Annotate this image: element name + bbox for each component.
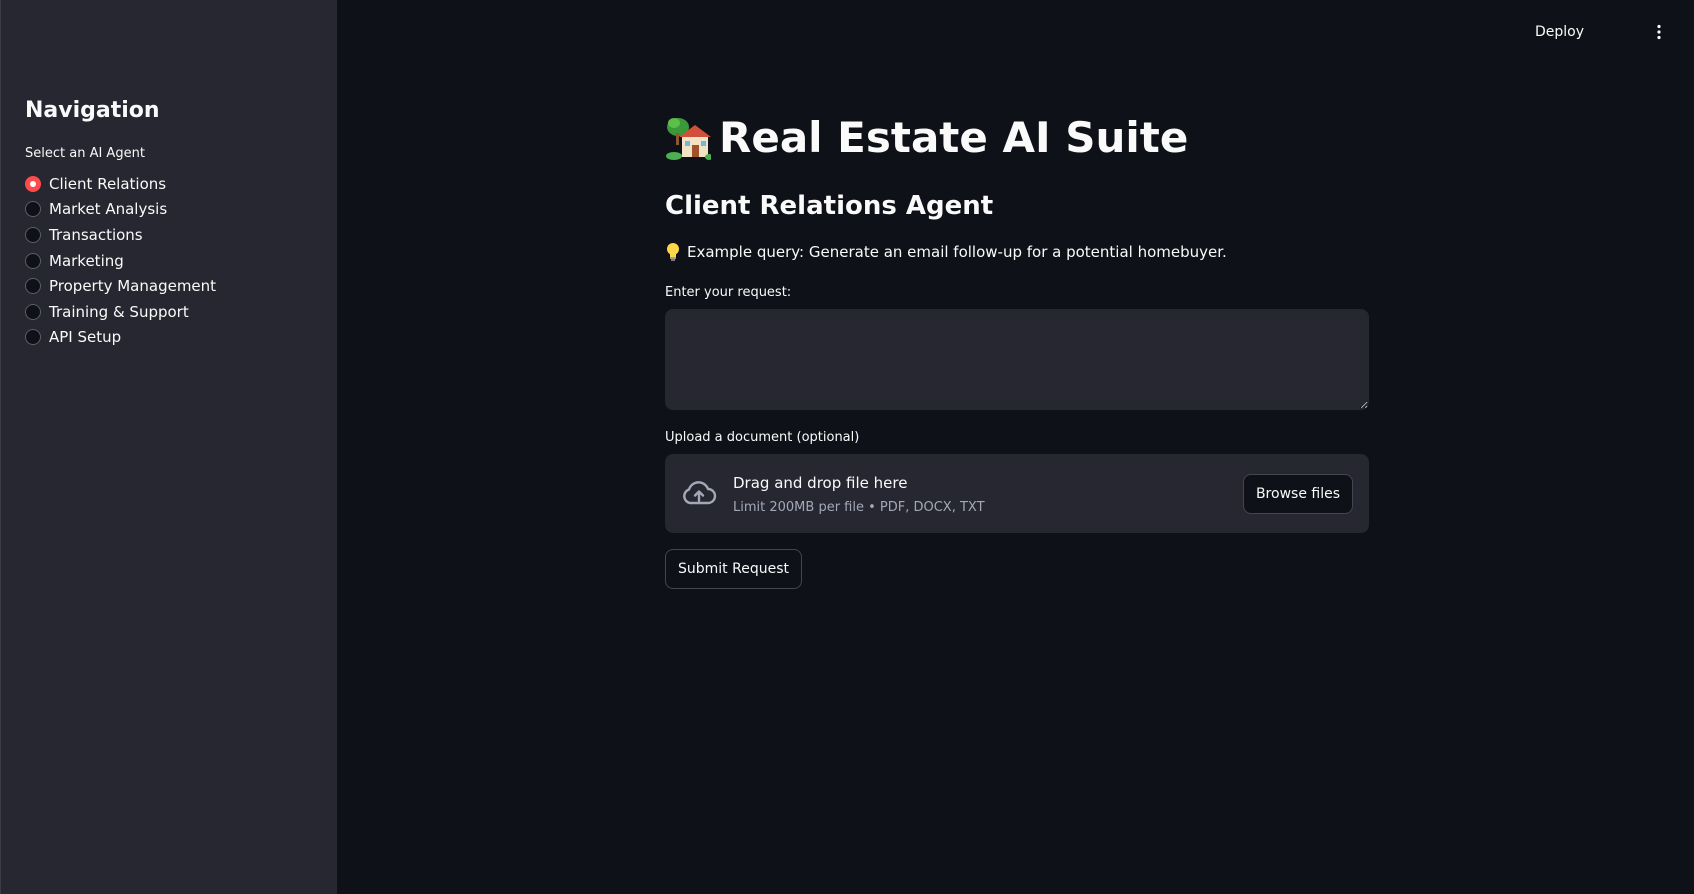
lightbulb-icon bbox=[667, 243, 679, 261]
radio-selected-icon[interactable] bbox=[25, 175, 41, 192]
request-label: Enter your request: bbox=[665, 285, 792, 300]
radio-label: Marketing bbox=[49, 251, 124, 270]
example-text: Example query: Generate an email follow-… bbox=[687, 243, 1227, 261]
radio-unselected-icon[interactable] bbox=[25, 303, 41, 320]
sidebar: Navigation Select an AI Agent Client Rel… bbox=[0, 0, 337, 894]
sidebar-title: Navigation bbox=[25, 98, 160, 123]
agent-heading: Client Relations Agent bbox=[665, 191, 994, 221]
radio-marketing[interactable]: Marketing bbox=[25, 248, 216, 274]
vertical-ellipsis-icon bbox=[1657, 24, 1661, 40]
radio-unselected-icon[interactable] bbox=[25, 201, 41, 218]
house-with-garden-icon bbox=[666, 118, 711, 160]
radio-label: Transactions bbox=[49, 225, 143, 244]
radio-label: Property Management bbox=[49, 277, 217, 296]
deploy-button[interactable]: Deploy bbox=[1535, 22, 1584, 42]
submit-request-button[interactable]: Submit Request bbox=[665, 549, 802, 589]
radio-unselected-icon[interactable] bbox=[25, 226, 41, 243]
dropzone-limit: Limit 200MB per file • PDF, DOCX, TXT bbox=[733, 500, 985, 515]
radio-unselected-icon[interactable] bbox=[25, 252, 41, 269]
radio-label: Training & Support bbox=[49, 302, 189, 321]
radio-transactions[interactable]: Transactions bbox=[25, 222, 216, 248]
example-query: Example query: Generate an email follow-… bbox=[665, 240, 1227, 264]
file-dropzone[interactable]: Drag and drop file here Limit 200MB per … bbox=[665, 454, 1369, 533]
page-title: Real Estate AI Suite bbox=[665, 108, 1188, 168]
radio-label: API Setup bbox=[49, 328, 122, 347]
dropzone-title: Drag and drop file here bbox=[733, 474, 908, 492]
radio-market-analysis[interactable]: Market Analysis bbox=[25, 197, 216, 223]
radio-unselected-icon[interactable] bbox=[25, 278, 41, 295]
browse-files-button[interactable]: Browse files bbox=[1242, 474, 1353, 514]
agent-radio-group: Client Relations Market Analysis Transac… bbox=[25, 171, 216, 350]
radio-training-support[interactable]: Training & Support bbox=[25, 299, 216, 325]
radio-api-setup[interactable]: API Setup bbox=[25, 325, 216, 351]
request-textarea[interactable] bbox=[665, 309, 1369, 410]
radio-label: Market Analysis bbox=[49, 200, 168, 219]
cloud-upload-icon bbox=[683, 481, 717, 505]
app: Navigation Select an AI Agent Client Rel… bbox=[0, 0, 1694, 894]
page-title-text: Real Estate AI Suite bbox=[719, 113, 1189, 162]
radio-client-relations[interactable]: Client Relations bbox=[25, 171, 216, 197]
upload-label: Upload a document (optional) bbox=[665, 430, 860, 445]
radio-unselected-icon[interactable] bbox=[25, 329, 41, 346]
radio-property-management[interactable]: Property Management bbox=[25, 273, 216, 299]
main-menu-button[interactable] bbox=[1649, 22, 1669, 42]
agent-radio-label: Select an AI Agent bbox=[25, 146, 145, 161]
radio-label: Client Relations bbox=[49, 174, 167, 193]
